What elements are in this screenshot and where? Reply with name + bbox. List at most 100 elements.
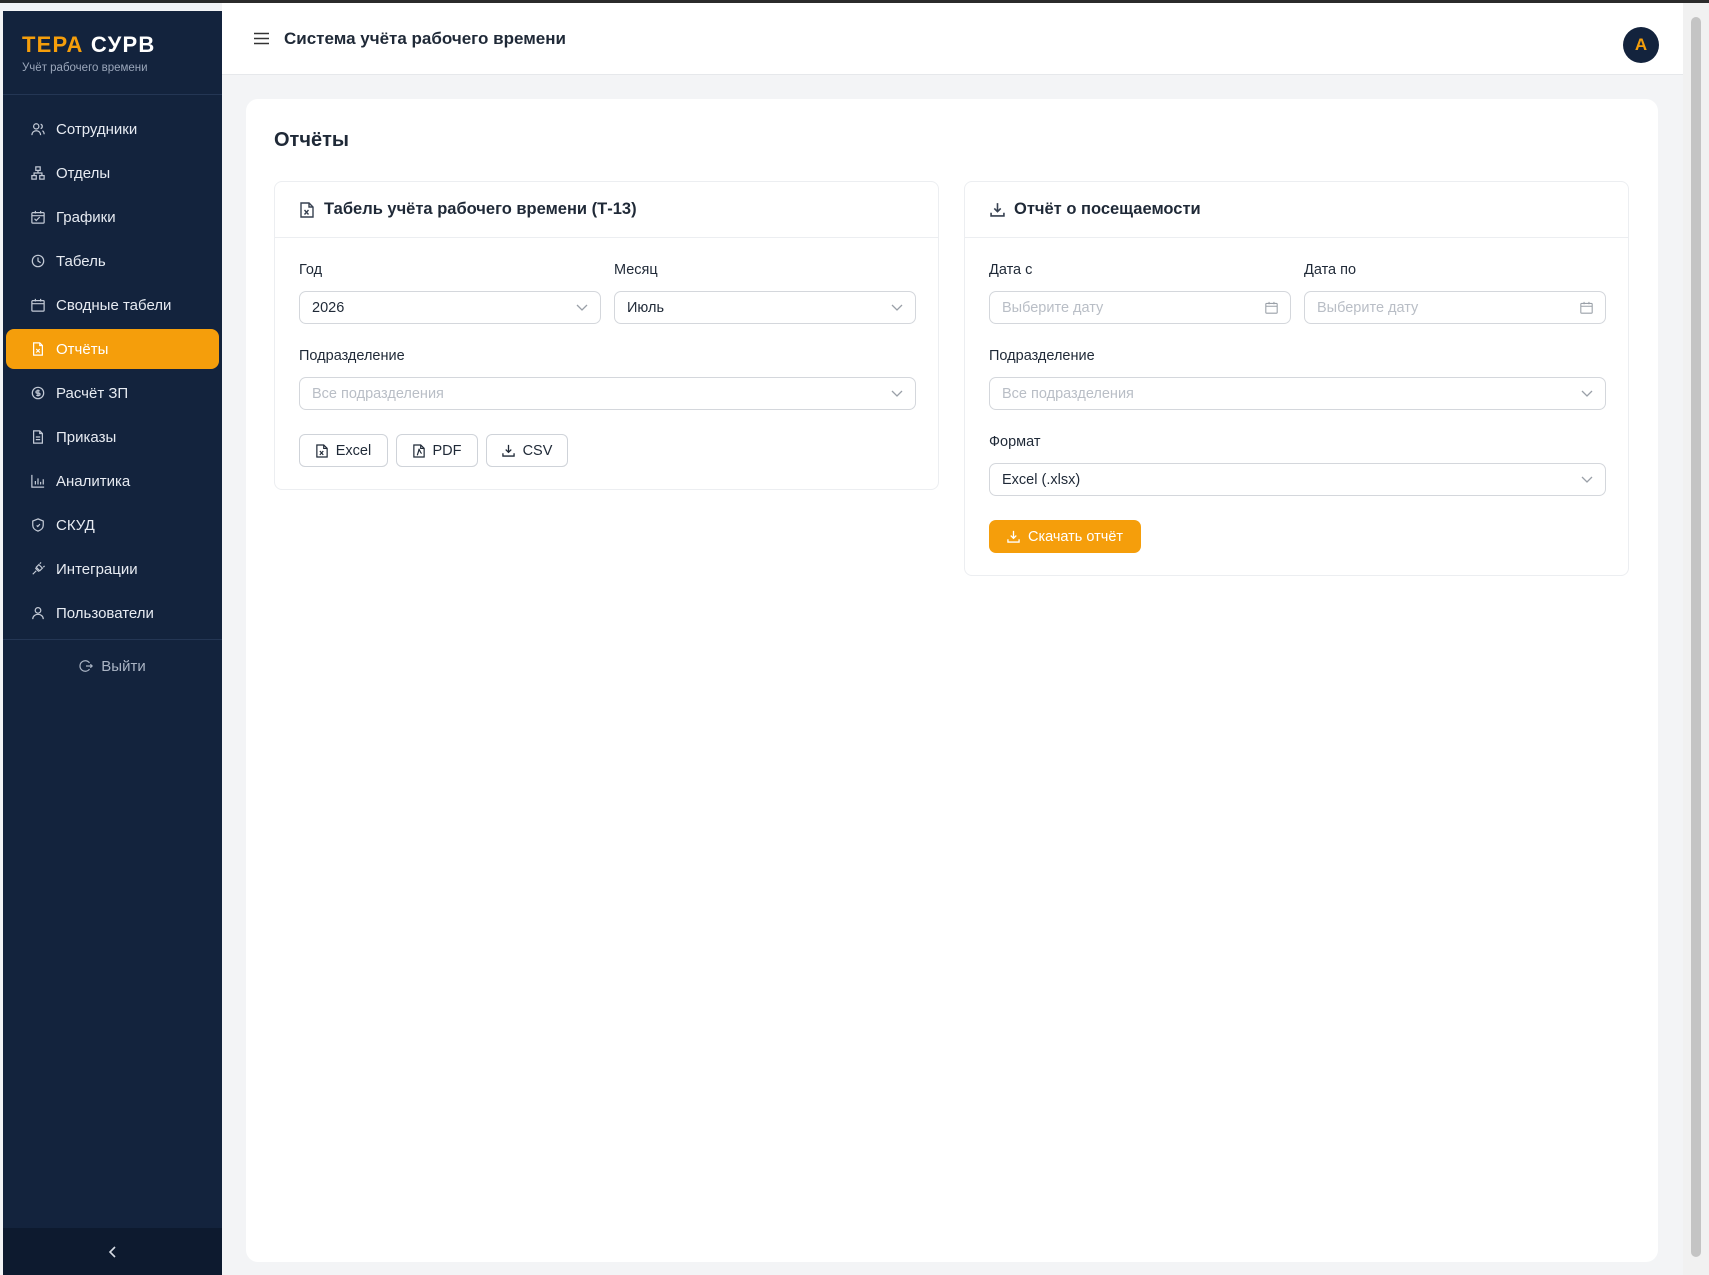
clock-icon [30, 253, 46, 269]
calendar-icon [1265, 301, 1278, 314]
sidebar-item-users[interactable]: Пользователи [6, 593, 219, 633]
brand-logo[interactable]: ТЕРА СУРВ [22, 33, 222, 57]
export-pdf-label: PDF [432, 442, 462, 459]
division-select[interactable]: Все подразделения [989, 377, 1606, 410]
avatar[interactable]: А [1623, 27, 1659, 63]
download-report-label: Скачать отчёт [1027, 528, 1124, 545]
year-label: Год [299, 262, 323, 278]
download-report-button[interactable]: Скачать отчёт [989, 520, 1141, 553]
timesheet-report-card: Табель учёта рабочего времени (Т-13) Год… [274, 181, 939, 490]
sidebar-item-label: Интеграции [56, 560, 138, 578]
logout-label: Выйти [101, 657, 146, 675]
sidebar-item-label: Расчёт ЗП [56, 384, 129, 402]
division-label: Подразделение [989, 348, 1095, 364]
sidebar-item-label: Приказы [56, 428, 117, 446]
division-select-placeholder: Все подразделения [312, 385, 444, 402]
download-icon [501, 444, 515, 457]
year-select-value: 2026 [312, 299, 345, 316]
attendance-report-card: Отчёт о посещаемости Дата с Выберите дат… [964, 181, 1629, 576]
sidebar-item-timesheet[interactable]: Табель [6, 241, 219, 281]
shield-icon [30, 517, 46, 533]
sidebar-item-payroll[interactable]: Расчёт ЗП [6, 373, 219, 413]
date-from-picker[interactable]: Выберите дату [989, 291, 1291, 324]
download-icon [989, 202, 1005, 218]
sidebar-item-label: Аналитика [56, 472, 131, 490]
card-title: Отчёт о посещаемости [1014, 200, 1201, 218]
date-from-placeholder: Выберите дату [1002, 299, 1104, 316]
export-csv-label: CSV [522, 442, 553, 459]
org-chart-icon [30, 165, 46, 181]
sidebar-item-summary-timesheets[interactable]: Сводные табели [6, 285, 219, 325]
division-select[interactable]: Все подразделения [299, 377, 916, 410]
menu-toggle-button[interactable] [252, 30, 270, 48]
chevron-down-icon [1581, 476, 1593, 484]
page-title: Отчёты [274, 129, 349, 151]
top-header: Система учёта рабочего времени А [222, 3, 1683, 75]
bar-chart-icon [30, 473, 46, 489]
brand-name-part2: СУРВ [90, 32, 156, 57]
sidebar-item-label: Сводные табели [56, 296, 172, 314]
card-header: Отчёт о посещаемости [965, 182, 1628, 238]
sidebar-item-analytics[interactable]: Аналитика [6, 461, 219, 501]
export-csv-button[interactable]: CSV [486, 434, 568, 467]
report-file-icon [30, 341, 46, 357]
sidebar-item-schedules[interactable]: Графики [6, 197, 219, 237]
division-label: Подразделение [299, 348, 405, 364]
logout-icon [79, 659, 94, 673]
sidebar-nav: Сотрудники Отделы Графики Табель Сводные… [3, 95, 222, 633]
export-pdf-button[interactable]: PDF [396, 434, 478, 467]
date-to-label: Дата по [1304, 262, 1357, 278]
date-to-picker[interactable]: Выберите дату [1304, 291, 1606, 324]
chevron-down-icon [576, 304, 588, 312]
sidebar-item-reports[interactable]: Отчёты [6, 329, 219, 369]
date-to-placeholder: Выберите дату [1317, 299, 1419, 316]
sidebar-collapse-button[interactable] [3, 1228, 222, 1275]
sidebar: ТЕРА СУРВ Учёт рабочего времени Сотрудни… [3, 11, 222, 1275]
header-title: Система учёта рабочего времени [284, 28, 566, 48]
calendar-icon [1580, 301, 1593, 314]
sidebar-item-label: Сотрудники [56, 120, 138, 138]
sidebar-item-access-control[interactable]: СКУД [6, 505, 219, 545]
sidebar-item-label: Отчёты [56, 340, 109, 358]
format-select-value: Excel (.xlsx) [1002, 471, 1081, 488]
chevron-down-icon [891, 390, 903, 398]
month-select[interactable]: Июль [614, 291, 916, 324]
chevron-down-icon [1581, 390, 1593, 398]
download-icon [1007, 530, 1020, 543]
brand-name-part1: ТЕРА [22, 32, 84, 57]
calendar-schedule-icon [30, 209, 46, 225]
brand: ТЕРА СУРВ Учёт рабочего времени [3, 11, 222, 95]
format-select[interactable]: Excel (.xlsx) [989, 463, 1606, 496]
scrollbar[interactable] [1683, 3, 1709, 1275]
month-select-value: Июль [627, 299, 664, 316]
chevron-down-icon [891, 304, 903, 312]
sidebar-item-departments[interactable]: Отделы [6, 153, 219, 193]
chevron-left-icon [107, 1245, 119, 1258]
document-icon [30, 429, 46, 445]
plug-icon [30, 561, 46, 577]
logout-button[interactable]: Выйти [3, 640, 222, 692]
sidebar-item-label: Отделы [56, 164, 111, 182]
export-excel-label: Excel [335, 442, 372, 459]
app-window: ТЕРА СУРВ Учёт рабочего времени Сотрудни… [0, 3, 1709, 1275]
sidebar-item-label: Табель [56, 252, 106, 270]
year-select[interactable]: 2026 [299, 291, 601, 324]
brand-subtitle: Учёт рабочего времени [22, 62, 148, 74]
sidebar-item-employees[interactable]: Сотрудники [6, 109, 219, 149]
card-title: Табель учёта рабочего времени (Т-13) [324, 200, 637, 218]
sidebar-item-label: СКУД [56, 516, 95, 534]
excel-file-icon [299, 201, 315, 218]
user-icon [30, 605, 46, 621]
hamburger-icon [253, 32, 269, 45]
sidebar-item-orders[interactable]: Приказы [6, 417, 219, 457]
division-select-placeholder: Все подразделения [1002, 385, 1134, 402]
calendar-icon [30, 297, 46, 313]
export-excel-button[interactable]: Excel [299, 434, 388, 467]
sidebar-item-integrations[interactable]: Интеграции [6, 549, 219, 589]
sidebar-item-label: Графики [56, 208, 116, 226]
main-content: Отчёты Табель учёта рабочего времени (Т-… [246, 99, 1658, 1262]
scrollbar-thumb[interactable] [1691, 17, 1701, 1257]
excel-file-icon [316, 443, 328, 458]
format-label: Формат [989, 434, 1041, 450]
pdf-file-icon [412, 443, 425, 458]
